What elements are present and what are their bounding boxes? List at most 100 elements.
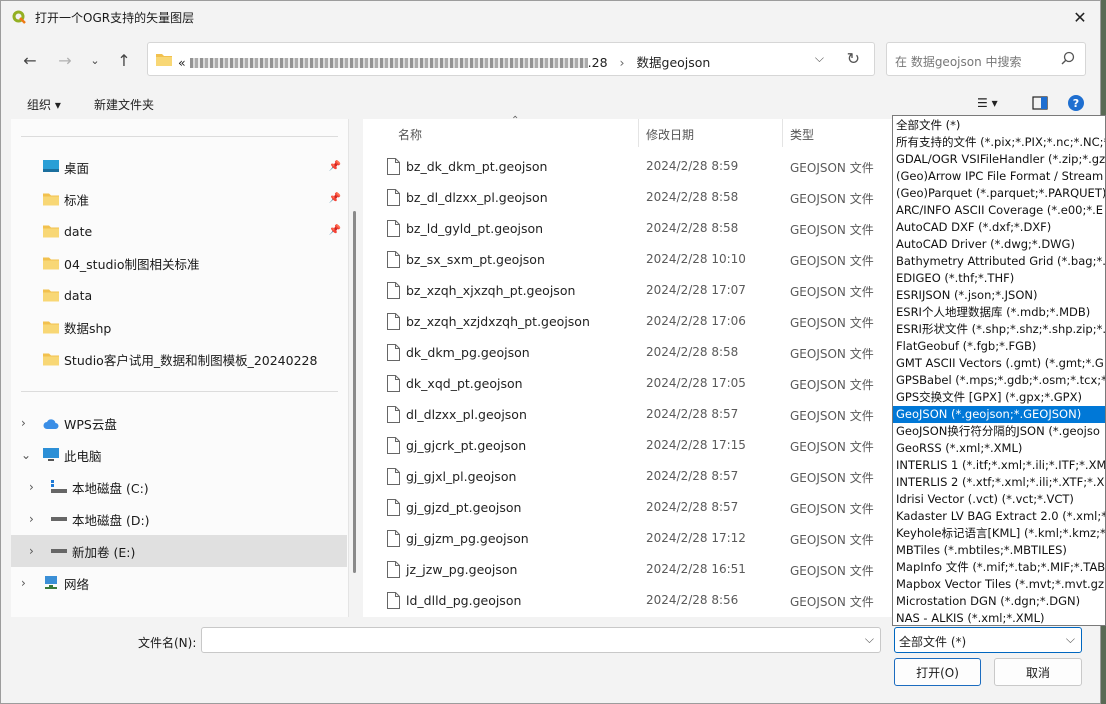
filter-option[interactable]: GeoJSON换行符分隔的JSON (*.geojso <box>893 423 1105 440</box>
help-icon[interactable]: ? <box>1068 95 1084 111</box>
chevron-down-icon[interactable]: ⌵ <box>865 632 874 647</box>
refresh-icon[interactable]: ↻ <box>847 49 860 68</box>
file-row[interactable]: dk_xqd_pt.geojson 2024/2/28 17:05 GEOJSON … <box>363 368 893 399</box>
filter-option[interactable]: (Geo)Parquet (*.parquet;*.PARQUET) <box>893 185 1105 202</box>
file-row[interactable]: gj_gjzm_pg.geojson 2024/2/28 17:12 GEOJSON… <box>363 523 893 554</box>
breadcrumb-segment-end[interactable]: .28 <box>588 55 608 70</box>
column-header-date[interactable]: 修改日期 <box>646 126 694 154</box>
filter-option[interactable]: FlatGeobuf (*.fgb;*.FGB) <box>893 338 1105 355</box>
nav-item-desktop[interactable]: 桌面 📌 <box>11 151 347 183</box>
filter-option[interactable]: ESRI形状文件 (*.shp;*.shz;*.shp.zip;*.S <box>893 321 1105 338</box>
address-bar[interactable]: « .28 › 数据geojson ⌵ ↻ <box>147 42 875 76</box>
search-box[interactable]: 在 数据geojson 中搜索 <box>886 42 1086 76</box>
filter-option[interactable]: Mapbox Vector Tiles (*.mvt;*.mvt.gz; <box>893 576 1105 593</box>
close-icon[interactable]: ✕ <box>1068 5 1092 29</box>
collapse-chevron-icon[interactable]: ⌄ <box>21 448 31 462</box>
nav-item-drive-e[interactable]: › 新加卷 (E:) <box>11 535 347 567</box>
cancel-button[interactable]: 取消 <box>994 658 1082 686</box>
filter-option[interactable]: GDAL/OGR VSIFileHandler (*.zip;*.gz <box>893 151 1105 168</box>
file-name[interactable]: bz_dl_dlzxx_pl.geojson <box>406 190 548 205</box>
filter-option[interactable]: ESRI个人地理数据库 (*.mdb;*.MDB) <box>893 304 1105 321</box>
up-arrow-icon[interactable]: ↑ <box>112 49 136 71</box>
file-row[interactable]: dl_dlzxx_pl.geojson 2024/2/28 8:57 GEOJSON… <box>363 399 893 430</box>
expand-chevron-icon[interactable]: › <box>21 416 26 430</box>
filter-option[interactable]: INTERLIS 1 (*.itf;*.xml;*.ili;*.ITF;*.XM… <box>893 457 1105 474</box>
open-button[interactable]: 打开(O) <box>894 658 981 686</box>
nav-item-wps-cloud[interactable]: › WPS云盘 <box>11 407 347 439</box>
filter-option[interactable]: GeoRSS (*.xml;*.XML) <box>893 440 1105 457</box>
filter-option[interactable]: (Geo)Arrow IPC File Format / Stream <box>893 168 1105 185</box>
file-name[interactable]: dk_dkm_pg.geojson <box>406 345 530 360</box>
column-header-type[interactable]: 类型 <box>790 126 814 154</box>
filter-option[interactable]: ESRIJSON (*.json;*.JSON) <box>893 287 1105 304</box>
filter-option[interactable]: ARC/INFO ASCII Coverage (*.e00;*.E <box>893 202 1105 219</box>
breadcrumb[interactable]: « .28 › 数据geojson <box>178 52 710 71</box>
file-name[interactable]: ld_dlld_pg.geojson <box>406 593 521 608</box>
expand-chevron-icon[interactable]: › <box>29 544 34 558</box>
filter-option[interactable]: INTERLIS 2 (*.xtf;*.xml;*.ili;*.XTF;*.XM… <box>893 474 1105 491</box>
nav-item-date[interactable]: date 📌 <box>11 215 347 247</box>
filter-option[interactable]: 所有支持的文件 (*.pix;*.PIX;*.nc;*.NC;*. <box>893 134 1105 151</box>
nav-item-standard[interactable]: 标准 📌 <box>11 183 347 215</box>
file-type-filter-select[interactable]: 全部文件 (*) ⌵ <box>894 627 1082 653</box>
filter-option[interactable]: Bathymetry Attributed Grid (*.bag;*.B <box>893 253 1105 270</box>
file-row[interactable]: jz_jzw_pg.geojson 2024/2/28 16:51 GEOJSON … <box>363 554 893 585</box>
file-name[interactable]: bz_xzqh_xjxzqh_pt.geojson <box>406 283 575 298</box>
expand-chevron-icon[interactable]: › <box>29 512 34 526</box>
file-name[interactable]: bz_dk_dkm_pt.geojson <box>406 159 547 174</box>
file-row[interactable]: dk_dkm_pg.geojson 2024/2/28 8:58 GEOJSON 文… <box>363 337 893 368</box>
file-row[interactable]: bz_xzqh_xjxzqh_pt.geojson 2024/2/28 17:07… <box>363 275 893 306</box>
nav-item-drive-d[interactable]: › 本地磁盘 (D:) <box>11 503 347 535</box>
column-separator[interactable] <box>782 119 783 147</box>
expand-chevron-icon[interactable]: › <box>29 480 34 494</box>
recent-locations-chevron-icon[interactable]: ⌄ <box>83 49 107 71</box>
file-name[interactable]: bz_xzqh_xzjdxzqh_pt.geojson <box>406 314 590 329</box>
nav-item-this-pc[interactable]: ⌄ 此电脑 <box>11 439 347 471</box>
chevron-down-icon[interactable]: ⌵ <box>1066 632 1075 647</box>
back-arrow-icon[interactable]: ← <box>18 49 42 71</box>
file-row[interactable]: bz_sx_sxm_pt.geojson 2024/2/28 10:10 GEOJS… <box>363 244 893 275</box>
filter-option[interactable]: GPS交换文件 [GPX] (*.gpx;*.GPX) <box>893 389 1105 406</box>
file-name[interactable]: bz_sx_sxm_pt.geojson <box>406 252 545 267</box>
file-name[interactable]: gj_gjzd_pt.geojson <box>406 500 521 515</box>
filter-option[interactable]: Microstation DGN (*.dgn;*.DGN) <box>893 593 1105 610</box>
file-row[interactable]: bz_xzqh_xzjdxzqh_pt.geojson 2024/2/28 17:… <box>363 306 893 337</box>
organize-menu-button[interactable]: 组织 ▾ <box>27 96 61 113</box>
filter-option[interactable]: MapInfo 文件 (*.mif;*.tab;*.MIF;*.TAB <box>893 559 1105 576</box>
filter-option[interactable]: NAS - ALKIS (*.xml;*.XML) <box>893 610 1105 625</box>
search-input[interactable]: 在 数据geojson 中搜索 <box>895 53 1022 70</box>
filter-option[interactable]: EDIGEO (*.thf;*.THF) <box>893 270 1105 287</box>
nav-item-studio-standards[interactable]: 04_studio制图相关标准 <box>11 247 347 279</box>
expand-chevron-icon[interactable]: › <box>21 576 26 590</box>
filter-option[interactable]: GPSBabel (*.mps;*.gdb;*.osm;*.tcx;*.i <box>893 372 1105 389</box>
file-name[interactable]: jz_jzw_pg.geojson <box>406 562 517 577</box>
column-header-name[interactable]: 名称 <box>398 126 422 154</box>
file-name[interactable]: gj_gjxl_pl.geojson <box>406 469 516 484</box>
forward-arrow-icon[interactable]: → <box>53 49 77 71</box>
file-row[interactable]: gj_gjcrk_pt.geojson 2024/2/28 17:15 GEOJSO… <box>363 430 893 461</box>
filter-option[interactable]: AutoCAD DXF (*.dxf;*.DXF) <box>893 219 1105 236</box>
filter-option[interactable]: 全部文件 (*) <box>893 117 1105 134</box>
file-row[interactable]: gj_gjxl_pl.geojson 2024/2/28 8:57 GEOJSON … <box>363 461 893 492</box>
filter-option[interactable]: GeoJSON (*.geojson;*.GEOJSON) <box>893 406 1105 423</box>
nav-item-drive-c[interactable]: › 本地磁盘 (C:) <box>11 471 347 503</box>
file-row[interactable]: gj_gjzd_pt.geojson 2024/2/28 8:57 GEOJSON … <box>363 492 893 523</box>
nav-item-studio-trial[interactable]: Studio客户试用_数据和制图模板_20240228 <box>11 343 347 375</box>
breadcrumb-current[interactable]: 数据geojson <box>637 55 711 70</box>
file-row[interactable]: bz_dk_dkm_pt.geojson 2024/2/28 8:59 GEOJSO… <box>363 151 893 182</box>
filename-field[interactable]: ⌵ <box>201 627 881 653</box>
breadcrumb-overflow[interactable]: « <box>178 55 186 70</box>
nav-item-data-shp[interactable]: 数据shp <box>11 311 347 343</box>
nav-item-data[interactable]: data <box>11 279 347 311</box>
filter-option[interactable]: Idrisi Vector (.vct) (*.vct;*.VCT) <box>893 491 1105 508</box>
address-dropdown-chevron-icon[interactable]: ⌵ <box>815 51 824 66</box>
new-folder-button[interactable]: 新建文件夹 <box>94 96 154 113</box>
file-row[interactable]: bz_dl_dlzxx_pl.geojson 2024/2/28 8:58 GEOJ… <box>363 182 893 213</box>
column-separator[interactable] <box>638 119 639 147</box>
filter-option[interactable]: Kadaster LV BAG Extract 2.0 (*.xml;*. <box>893 508 1105 525</box>
file-name[interactable]: gj_gjcrk_pt.geojson <box>406 438 526 453</box>
file-name[interactable]: dl_dlzxx_pl.geojson <box>406 407 527 422</box>
filter-option[interactable]: MBTiles (*.mbtiles;*.MBTILES) <box>893 542 1105 559</box>
file-name[interactable]: dk_xqd_pt.geojson <box>406 376 523 391</box>
file-name[interactable]: bz_ld_gyld_pt.geojson <box>406 221 543 236</box>
